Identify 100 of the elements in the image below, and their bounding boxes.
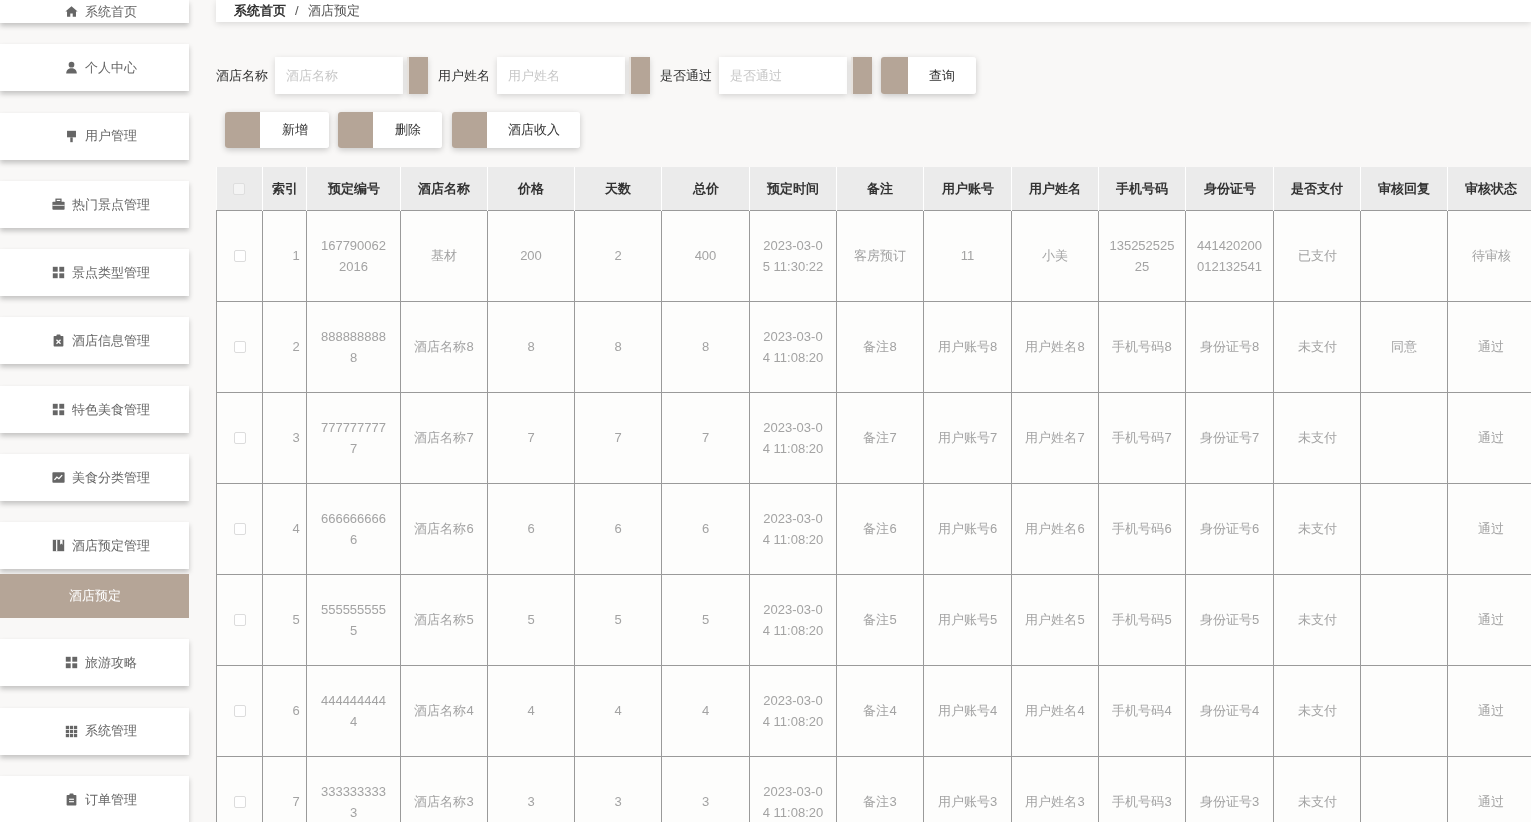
column-header: 备注	[836, 167, 924, 210]
grid-icon	[64, 656, 78, 670]
table-cell: 同意	[1360, 301, 1448, 392]
table-cell: 4	[262, 483, 307, 574]
row-checkbox[interactable]	[233, 432, 246, 445]
sign-icon	[64, 129, 78, 143]
grid-icon	[51, 266, 65, 280]
grid-icon	[51, 402, 65, 416]
table-cell: 3	[262, 392, 307, 483]
table-cell: 2023-03-04 11:08:20	[749, 574, 837, 665]
table-cell: 5	[487, 574, 575, 665]
column-header: 手机号码	[1098, 167, 1186, 210]
sidebar-item[interactable]: 热门景点管理	[0, 180, 189, 228]
sidebar-item[interactable]: 酒店预定管理	[0, 522, 189, 570]
column-header: 身份证号	[1185, 167, 1274, 210]
table-cell: 未支付	[1273, 574, 1361, 665]
person-icon	[64, 61, 78, 75]
table-cell: 手机号码8	[1098, 301, 1186, 392]
table-cell: 400	[661, 210, 750, 301]
sidebar-item[interactable]: 景点类型管理	[0, 249, 189, 297]
table-cell: 身份证号4	[1185, 665, 1274, 756]
table-cell: 基材	[400, 210, 488, 301]
table-cell: 7	[487, 392, 575, 483]
row-checkbox[interactable]	[233, 341, 246, 354]
table-cell: 5	[262, 574, 307, 665]
row-checkbox[interactable]	[233, 796, 246, 809]
table-cell: 2023-03-04 11:08:20	[749, 301, 837, 392]
table-cell: 7	[661, 392, 750, 483]
table-cell: 2023-03-04 11:08:20	[749, 665, 837, 756]
briefcase-icon	[51, 197, 65, 211]
sidebar-item[interactable]: 个人中心	[0, 44, 189, 92]
table-cell: 小美	[1011, 210, 1099, 301]
book-icon	[51, 539, 65, 553]
table-cell: 手机号码7	[1098, 392, 1186, 483]
table-cell: 用户账号8	[923, 301, 1012, 392]
column-header: 审核状态	[1447, 167, 1531, 210]
table-cell: 酒店名称6	[400, 483, 488, 574]
table-cell: 4	[574, 665, 662, 756]
column-header: 索引	[262, 167, 307, 210]
add-button[interactable]: 新增	[225, 112, 329, 148]
table-cell: 酒店名称8	[400, 301, 488, 392]
table-cell: 备注6	[836, 483, 924, 574]
table-cell: 身份证号5	[1185, 574, 1274, 665]
column-header: 总价	[661, 167, 750, 210]
table-cell: 8888888888	[306, 301, 401, 392]
column-header: 预定编号	[306, 167, 401, 210]
table-cell: 手机号码5	[1098, 574, 1186, 665]
table-cell: 身份证号6	[1185, 483, 1274, 574]
column-header: 价格	[487, 167, 575, 210]
search-button[interactable]: 查询	[881, 57, 976, 94]
table-cell: 手机号码4	[1098, 665, 1186, 756]
column-header: 天数	[574, 167, 662, 210]
column-header: 审核回复	[1360, 167, 1448, 210]
sidebar-item[interactable]: 系统管理	[0, 707, 189, 755]
field-label: 是否通过	[660, 66, 712, 85]
table-cell: 未支付	[1273, 665, 1361, 756]
row-checkbox[interactable]	[233, 523, 246, 536]
sidebar-item[interactable]: 特色美食管理	[0, 385, 189, 433]
table-cell: 身份证号8	[1185, 301, 1274, 392]
table-cell: 用户姓名8	[1011, 301, 1099, 392]
table-cell: 备注4	[836, 665, 924, 756]
table-cell: 6	[487, 483, 575, 574]
breadcrumb-current: 酒店预定	[307, 2, 360, 21]
table-cell: 11	[923, 210, 1012, 301]
table-cell: 客房预订	[836, 210, 924, 301]
table-cell: 未支付	[1273, 392, 1361, 483]
table-cell: 4	[487, 665, 575, 756]
table-cell: 8	[661, 301, 750, 392]
clipboard-icon	[64, 792, 78, 806]
table-cell: 待审核	[1447, 210, 1531, 301]
column-header: 用户姓名	[1011, 167, 1099, 210]
sidebar-item[interactable]: 酒店信息管理	[0, 317, 189, 365]
table-cell: 未支付	[1273, 301, 1361, 392]
row-checkbox[interactable]	[233, 705, 246, 718]
table-cell: 2	[262, 301, 307, 392]
chart-icon	[51, 471, 65, 485]
income-button[interactable]: 酒店收入	[452, 112, 580, 148]
table-cell: 13525252525	[1098, 210, 1186, 301]
sidebar-item[interactable]: 用户管理	[0, 112, 189, 160]
sidebar-item[interactable]: 旅游攻略	[0, 639, 189, 687]
table-cell: 8	[574, 301, 662, 392]
sidebar-item[interactable]: 系统首页	[0, 0, 189, 23]
clipboard-x-icon	[51, 334, 65, 348]
table-cell: 7777777777	[306, 392, 401, 483]
table-cell: 未支付	[1273, 483, 1361, 574]
sidebar-item[interactable]: 美食分类管理	[0, 454, 189, 502]
table-cell: 用户姓名7	[1011, 392, 1099, 483]
table-cell: 备注8	[836, 301, 924, 392]
table-cell: 酒店名称7	[400, 392, 488, 483]
sidebar-item[interactable]: 订单管理	[0, 775, 189, 822]
table-cell: 1	[262, 210, 307, 301]
field-label: 酒店名称	[216, 66, 268, 85]
column-header: 用户账号	[923, 167, 1012, 210]
table-cell: 6	[262, 665, 307, 756]
delete-button[interactable]: 删除	[338, 112, 442, 148]
table-cell: 身份证号7	[1185, 392, 1274, 483]
row-checkbox[interactable]	[233, 614, 246, 627]
table-cell: 4444444444	[306, 665, 401, 756]
row-checkbox[interactable]	[233, 250, 246, 263]
breadcrumb-link[interactable]: 系统首页	[234, 1, 286, 21]
